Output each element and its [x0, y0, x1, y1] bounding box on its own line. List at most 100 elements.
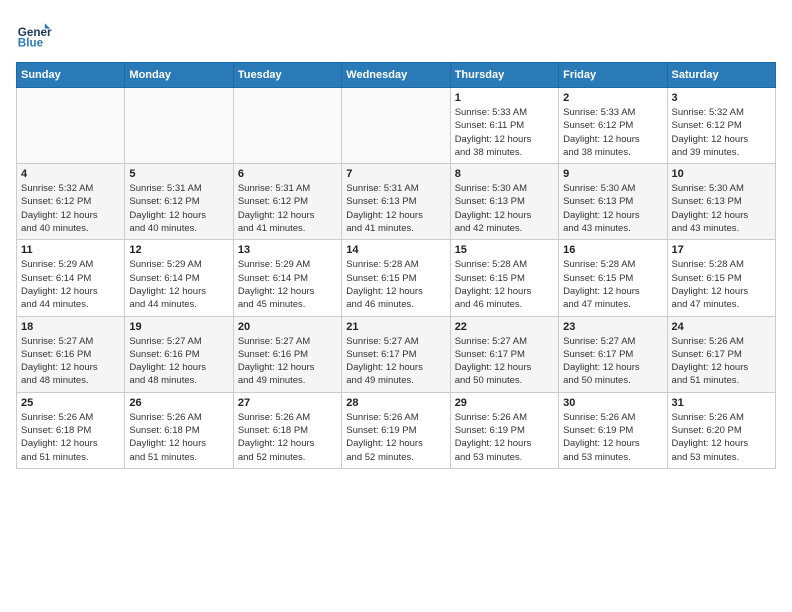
- calendar-cell: [342, 88, 450, 164]
- calendar-cell: 4Sunrise: 5:32 AM Sunset: 6:12 PM Daylig…: [17, 164, 125, 240]
- calendar-week-1: 4Sunrise: 5:32 AM Sunset: 6:12 PM Daylig…: [17, 164, 776, 240]
- day-info: Sunrise: 5:26 AM Sunset: 6:20 PM Dayligh…: [672, 411, 771, 464]
- calendar-cell: 6 Sunrise: 5:31 AM Sunset: 6:12 PM Daylig…: [233, 164, 341, 240]
- day-info: Sunrise: 5:27 AM Sunset: 6:16 PM Dayligh…: [238, 335, 337, 388]
- col-header-saturday: Saturday: [667, 63, 775, 88]
- calendar-week-0: 1 Sunrise: 5:33 AM Sunset: 6:11 PM Daylig…: [17, 88, 776, 164]
- day-number: 31: [672, 397, 771, 409]
- calendar-cell: 8 Sunrise: 5:30 AM Sunset: 6:13 PM Daylig…: [450, 164, 558, 240]
- day-number: 8: [455, 168, 554, 180]
- calendar-cell: 21 Sunrise: 5:27 AM Sunset: 6:17 PM Dayli…: [342, 316, 450, 392]
- day-info: Sunrise: 5:26 AM Sunset: 6:18 PM Dayligh…: [21, 411, 120, 464]
- calendar-cell: 5 Sunrise: 5:31 AM Sunset: 6:12 PM Daylig…: [125, 164, 233, 240]
- calendar-cell: 7 Sunrise: 5:31 AM Sunset: 6:13 PM Daylig…: [342, 164, 450, 240]
- day-number: 19: [129, 321, 228, 333]
- day-number: 2: [563, 92, 662, 104]
- calendar-cell: 17Sunrise: 5:28 AM Sunset: 6:15 PM Dayli…: [667, 240, 775, 316]
- calendar-cell: 9 Sunrise: 5:30 AM Sunset: 6:13 PM Daylig…: [559, 164, 667, 240]
- day-number: 11: [21, 244, 120, 256]
- day-info: Sunrise: 5:30 AM Sunset: 6:13 PM Dayligh…: [672, 182, 771, 235]
- day-info: Sunrise: 5:27 AM Sunset: 6:16 PM Dayligh…: [21, 335, 120, 388]
- calendar-week-2: 11 Sunrise: 5:29 AM Sunset: 6:14 PM Dayli…: [17, 240, 776, 316]
- calendar-cell: [125, 88, 233, 164]
- calendar-cell: 2 Sunrise: 5:33 AM Sunset: 6:12 PM Daylig…: [559, 88, 667, 164]
- calendar-cell: 24Sunrise: 5:26 AM Sunset: 6:17 PM Dayli…: [667, 316, 775, 392]
- calendar-cell: 14 Sunrise: 5:28 AM Sunset: 6:15 PM Dayli…: [342, 240, 450, 316]
- day-number: 5: [129, 168, 228, 180]
- day-number: 15: [455, 244, 554, 256]
- day-info: Sunrise: 5:31 AM Sunset: 6:12 PM Dayligh…: [129, 182, 228, 235]
- calendar-cell: 11 Sunrise: 5:29 AM Sunset: 6:14 PM Dayli…: [17, 240, 125, 316]
- calendar-cell: 3 Sunrise: 5:32 AM Sunset: 6:12 PM Daylig…: [667, 88, 775, 164]
- day-info: Sunrise: 5:28 AM Sunset: 6:15 PM Dayligh…: [563, 258, 662, 311]
- calendar-body: 1 Sunrise: 5:33 AM Sunset: 6:11 PM Daylig…: [17, 88, 776, 469]
- calendar-cell: 23 Sunrise: 5:27 AM Sunset: 6:17 PM Dayli…: [559, 316, 667, 392]
- day-number: 26: [129, 397, 228, 409]
- day-info: Sunrise: 5:26 AM Sunset: 6:19 PM Dayligh…: [455, 411, 554, 464]
- day-info: Sunrise: 5:28 AM Sunset: 6:15 PM Dayligh…: [455, 258, 554, 311]
- calendar-cell: 30 Sunrise: 5:26 AM Sunset: 6:19 PM Dayli…: [559, 392, 667, 468]
- day-number: 25: [21, 397, 120, 409]
- day-info: Sunrise: 5:26 AM Sunset: 6:19 PM Dayligh…: [346, 411, 445, 464]
- col-header-thursday: Thursday: [450, 63, 558, 88]
- day-info: Sunrise: 5:31 AM Sunset: 6:13 PM Dayligh…: [346, 182, 445, 235]
- calendar-table: SundayMondayTuesdayWednesdayThursdayFrid…: [16, 62, 776, 469]
- day-info: Sunrise: 5:27 AM Sunset: 6:17 PM Dayligh…: [455, 335, 554, 388]
- day-info: Sunrise: 5:33 AM Sunset: 6:12 PM Dayligh…: [563, 106, 662, 159]
- col-header-tuesday: Tuesday: [233, 63, 341, 88]
- calendar-cell: [17, 88, 125, 164]
- logo: General Blue: [16, 16, 52, 52]
- calendar-cell: 12 Sunrise: 5:29 AM Sunset: 6:14 PM Dayli…: [125, 240, 233, 316]
- day-number: 30: [563, 397, 662, 409]
- day-number: 29: [455, 397, 554, 409]
- calendar-header-row: SundayMondayTuesdayWednesdayThursdayFrid…: [17, 63, 776, 88]
- calendar-cell: 13 Sunrise: 5:29 AM Sunset: 6:14 PM Dayli…: [233, 240, 341, 316]
- day-number: 12: [129, 244, 228, 256]
- day-info: Sunrise: 5:26 AM Sunset: 6:18 PM Dayligh…: [129, 411, 228, 464]
- day-number: 7: [346, 168, 445, 180]
- calendar-cell: 1 Sunrise: 5:33 AM Sunset: 6:11 PM Daylig…: [450, 88, 558, 164]
- day-number: 20: [238, 321, 337, 333]
- day-number: 1: [455, 92, 554, 104]
- day-info: Sunrise: 5:29 AM Sunset: 6:14 PM Dayligh…: [21, 258, 120, 311]
- calendar-cell: 20 Sunrise: 5:27 AM Sunset: 6:16 PM Dayli…: [233, 316, 341, 392]
- day-number: 23: [563, 321, 662, 333]
- calendar-cell: 27Sunrise: 5:26 AM Sunset: 6:18 PM Dayli…: [233, 392, 341, 468]
- day-info: Sunrise: 5:29 AM Sunset: 6:14 PM Dayligh…: [238, 258, 337, 311]
- calendar-cell: 16 Sunrise: 5:28 AM Sunset: 6:15 PM Dayli…: [559, 240, 667, 316]
- day-number: 9: [563, 168, 662, 180]
- day-number: 16: [563, 244, 662, 256]
- day-number: 22: [455, 321, 554, 333]
- day-info: Sunrise: 5:27 AM Sunset: 6:17 PM Dayligh…: [346, 335, 445, 388]
- day-info: Sunrise: 5:27 AM Sunset: 6:16 PM Dayligh…: [129, 335, 228, 388]
- day-info: Sunrise: 5:30 AM Sunset: 6:13 PM Dayligh…: [455, 182, 554, 235]
- col-header-monday: Monday: [125, 63, 233, 88]
- calendar-week-3: 18Sunrise: 5:27 AM Sunset: 6:16 PM Dayli…: [17, 316, 776, 392]
- col-header-friday: Friday: [559, 63, 667, 88]
- day-info: Sunrise: 5:28 AM Sunset: 6:15 PM Dayligh…: [672, 258, 771, 311]
- day-number: 21: [346, 321, 445, 333]
- day-number: 6: [238, 168, 337, 180]
- day-number: 14: [346, 244, 445, 256]
- day-info: Sunrise: 5:33 AM Sunset: 6:11 PM Dayligh…: [455, 106, 554, 159]
- svg-text:Blue: Blue: [18, 37, 44, 50]
- day-number: 10: [672, 168, 771, 180]
- calendar-cell: 29 Sunrise: 5:26 AM Sunset: 6:19 PM Dayli…: [450, 392, 558, 468]
- day-number: 3: [672, 92, 771, 104]
- day-number: 13: [238, 244, 337, 256]
- day-info: Sunrise: 5:31 AM Sunset: 6:12 PM Dayligh…: [238, 182, 337, 235]
- day-info: Sunrise: 5:32 AM Sunset: 6:12 PM Dayligh…: [672, 106, 771, 159]
- page-header: General Blue: [16, 16, 776, 52]
- day-info: Sunrise: 5:29 AM Sunset: 6:14 PM Dayligh…: [129, 258, 228, 311]
- day-info: Sunrise: 5:28 AM Sunset: 6:15 PM Dayligh…: [346, 258, 445, 311]
- day-info: Sunrise: 5:27 AM Sunset: 6:17 PM Dayligh…: [563, 335, 662, 388]
- calendar-cell: 18Sunrise: 5:27 AM Sunset: 6:16 PM Dayli…: [17, 316, 125, 392]
- day-number: 4: [21, 168, 120, 180]
- calendar-cell: [233, 88, 341, 164]
- col-header-wednesday: Wednesday: [342, 63, 450, 88]
- calendar-cell: 25 Sunrise: 5:26 AM Sunset: 6:18 PM Dayli…: [17, 392, 125, 468]
- day-info: Sunrise: 5:26 AM Sunset: 6:17 PM Dayligh…: [672, 335, 771, 388]
- logo-icon: General Blue: [16, 16, 52, 52]
- day-info: Sunrise: 5:26 AM Sunset: 6:19 PM Dayligh…: [563, 411, 662, 464]
- day-info: Sunrise: 5:30 AM Sunset: 6:13 PM Dayligh…: [563, 182, 662, 235]
